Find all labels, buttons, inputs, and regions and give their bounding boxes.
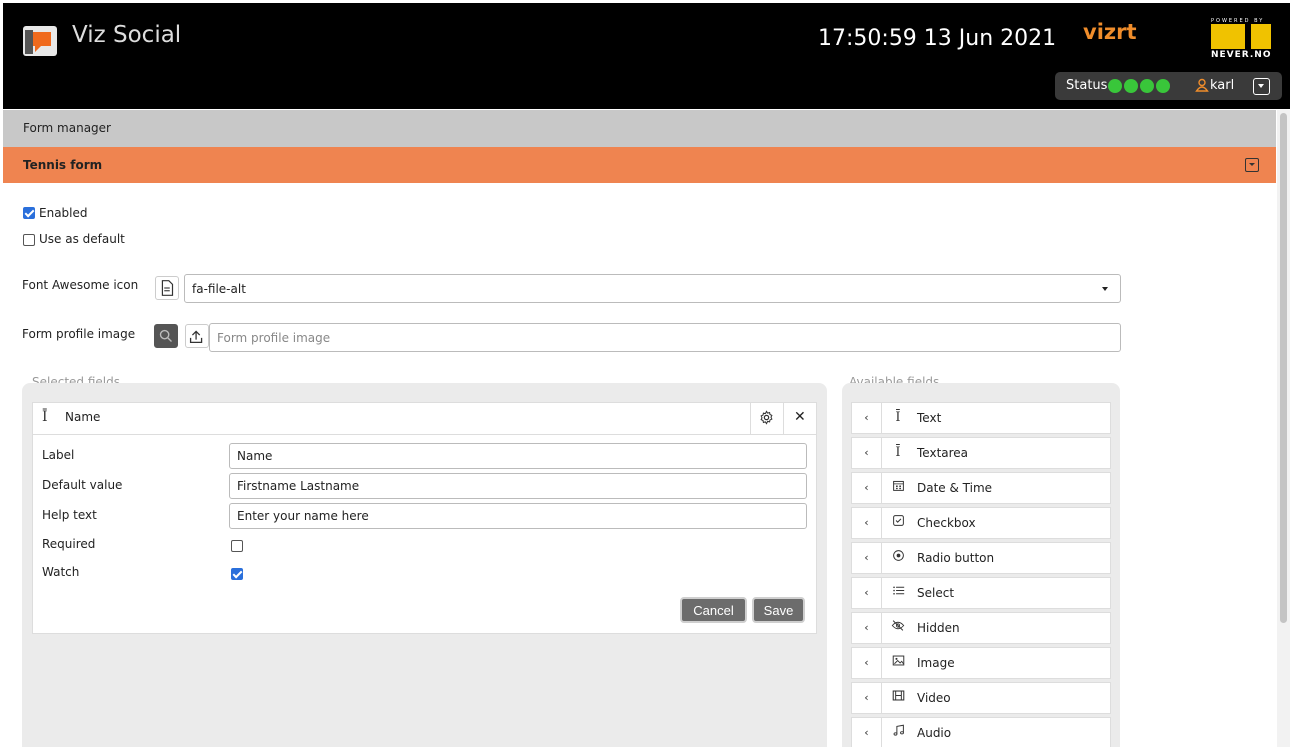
status-label: Status	[1066, 78, 1108, 93]
user-menu-toggle[interactable]	[1253, 78, 1270, 95]
available-field-label: Checkbox	[917, 516, 976, 530]
clock: 17:50:59 13 Jun 2021	[818, 26, 1057, 51]
use-as-default-checkbox[interactable]	[23, 234, 35, 246]
collapse-toggle-icon[interactable]	[1245, 158, 1259, 172]
available-field-select[interactable]: ‹ Select	[851, 577, 1111, 609]
use-as-default-label: Use as default	[39, 232, 125, 246]
viz-social-logo-icon	[23, 26, 57, 56]
chevron-left-icon[interactable]: ‹	[852, 473, 882, 503]
available-field-label: Date & Time	[917, 481, 993, 495]
available-field-checkbox[interactable]: ‹ Checkbox	[851, 507, 1111, 539]
available-field-label: Radio button	[917, 551, 995, 565]
required-checkbox[interactable]	[231, 540, 243, 552]
form-name: Tennis form	[23, 158, 103, 172]
status-indicator	[1124, 79, 1138, 93]
app-title: Viz Social	[72, 22, 182, 48]
available-field-textarea[interactable]: ‹ Ī Textarea	[851, 437, 1111, 469]
save-button[interactable]: Save	[752, 597, 805, 623]
divider	[783, 402, 784, 435]
eye-slash-icon	[890, 619, 906, 637]
label-input[interactable]	[229, 443, 807, 469]
available-field-label: Video	[917, 691, 951, 705]
divider	[750, 402, 751, 435]
available-field-label: Textarea	[917, 446, 969, 460]
enabled-checkbox[interactable]	[23, 207, 35, 219]
file-icon	[155, 276, 179, 300]
label-field-label: Label	[42, 448, 75, 462]
chevron-left-icon[interactable]: ‹	[852, 683, 882, 713]
enabled-label: Enabled	[39, 206, 88, 220]
text-cursor-icon: Ī	[895, 445, 901, 460]
help-text-label: Help text	[42, 508, 97, 522]
list-icon	[890, 584, 906, 602]
breadcrumb[interactable]: Form manager	[3, 110, 1276, 147]
status-indicator	[1140, 79, 1154, 93]
available-field-image[interactable]: ‹ Image	[851, 647, 1111, 679]
text-cursor-icon: Ī	[895, 410, 901, 425]
chevron-left-icon[interactable]: ‹	[852, 403, 882, 433]
profile-image-label: Form profile image	[22, 327, 136, 341]
user-icon	[1195, 78, 1209, 92]
available-field-date-time[interactable]: ‹ Date & Time	[851, 472, 1111, 504]
chevron-down-icon	[1102, 287, 1108, 291]
available-field-audio[interactable]: ‹ Audio	[851, 717, 1111, 747]
calendar-icon	[890, 479, 906, 497]
available-field-hidden[interactable]: ‹ Hidden	[851, 612, 1111, 644]
text-cursor-icon: Ī	[42, 409, 48, 425]
available-field-label: Audio	[917, 726, 952, 740]
never-no-logo-icon	[1211, 24, 1271, 49]
status-indicator	[1108, 79, 1122, 93]
chevron-left-icon[interactable]: ‹	[852, 613, 882, 643]
required-label: Required	[42, 537, 96, 551]
radio-icon	[890, 549, 906, 567]
search-image-button[interactable]	[154, 324, 178, 348]
chevron-left-icon[interactable]: ‹	[852, 438, 882, 468]
watch-label: Watch	[42, 565, 80, 579]
vizrt-logo: vizrt	[1083, 20, 1137, 44]
default-value-label: Default value	[42, 478, 123, 492]
available-field-label: Hidden	[917, 621, 960, 635]
icon-field-label: Font Awesome icon	[22, 278, 139, 292]
checkbox-icon	[890, 514, 906, 532]
watch-checkbox[interactable]	[231, 568, 243, 580]
chevron-left-icon[interactable]: ‹	[852, 508, 882, 538]
icon-select[interactable]: fa-file-alt	[184, 274, 1121, 303]
username[interactable]: karl	[1210, 78, 1234, 93]
music-icon	[890, 724, 906, 742]
chevron-left-icon[interactable]: ‹	[852, 578, 882, 608]
profile-image-input[interactable]	[209, 323, 1121, 352]
gear-icon[interactable]	[759, 410, 774, 425]
available-field-radio[interactable]: ‹ Radio button	[851, 542, 1111, 574]
chevron-left-icon[interactable]: ‹	[852, 543, 882, 573]
breadcrumb-label: Form manager	[23, 121, 111, 135]
field-card-title: Name	[65, 410, 101, 424]
available-field-video[interactable]: ‹ Video	[851, 682, 1111, 714]
chevron-left-icon[interactable]: ‹	[852, 648, 882, 678]
help-text-input[interactable]	[229, 503, 807, 529]
close-icon[interactable]: ✕	[794, 409, 806, 425]
default-value-input[interactable]	[229, 473, 807, 499]
available-field-text[interactable]: ‹ Ī Text	[851, 402, 1111, 434]
status-indicator	[1156, 79, 1170, 93]
field-card-header[interactable]	[32, 402, 817, 435]
form-header[interactable]: Tennis form	[3, 147, 1276, 183]
film-icon	[890, 689, 906, 707]
icon-select-value: fa-file-alt	[192, 282, 246, 296]
never-no-brand: NEVER.NO	[1211, 50, 1272, 60]
image-icon	[890, 654, 906, 672]
chevron-left-icon[interactable]: ‹	[852, 718, 882, 747]
available-field-label: Text	[917, 411, 942, 425]
cancel-button[interactable]: Cancel	[680, 597, 747, 623]
available-field-label: Select	[917, 586, 955, 600]
upload-icon[interactable]	[185, 324, 209, 348]
available-field-label: Image	[917, 656, 955, 670]
scrollbar-thumb[interactable]	[1280, 113, 1287, 623]
